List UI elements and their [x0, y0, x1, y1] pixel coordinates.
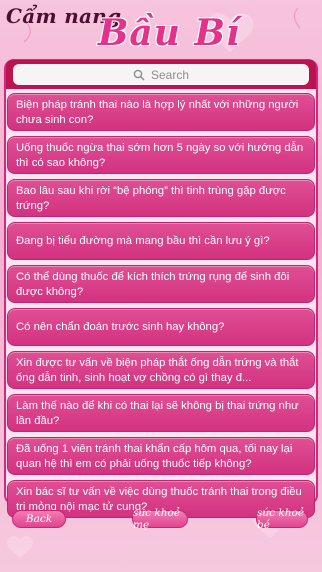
question-item[interactable]: Có thể dùng thuốc để kích thích trứng rụ… [7, 265, 315, 303]
search-placeholder: Search [150, 67, 190, 82]
question-text: Uống thuốc ngừa thai sớm hơn 5 ngày so v… [16, 141, 304, 169]
question-item[interactable]: Làm thế nào để khi có thai lại sẽ không … [7, 394, 315, 432]
search-icon [133, 69, 145, 81]
search-bar: Search [6, 60, 316, 89]
question-item[interactable]: Đang bị tiểu đường mà mang bầu thì cần l… [7, 222, 315, 260]
brand-title-large: Bầu Bí [98, 12, 241, 54]
search-input[interactable]: Search [13, 64, 309, 85]
question-text: Bao lâu sau khi rời “bệ phóng” thì tinh … [16, 184, 286, 212]
question-item[interactable]: Có nên chẩn đoán trước sinh hay không? [7, 308, 315, 346]
question-item[interactable]: Xin được tư vấn về biện pháp thắt ống dẫ… [7, 351, 315, 389]
question-text: Có nên chẩn đoán trước sinh hay không? [16, 321, 225, 333]
question-item[interactable]: Biện pháp tránh thai nào là hợp lý nhất … [7, 93, 315, 131]
question-text: Có thể dùng thuốc để kích thích trứng rụ… [16, 270, 290, 298]
app-header: Cẩm nang Bầu Bí [0, 0, 322, 58]
mother-health-button[interactable]: sức khoẻ mẹ [132, 507, 188, 531]
baby-health-button[interactable]: sức khoẻ bé [256, 507, 308, 531]
question-text: Xin được tư vấn về biện pháp thắt ống dẫ… [16, 356, 299, 384]
question-text: Đã uống 1 viên tránh thai khẩn cấp hôm q… [16, 442, 293, 470]
question-text: Biện pháp tránh thai nào là hợp lý nhất … [16, 98, 299, 126]
question-item[interactable]: Đã uống 1 viên tránh thai khẩn cấp hôm q… [7, 437, 315, 475]
question-item[interactable]: Bao lâu sau khi rời “bệ phóng” thì tinh … [7, 179, 315, 217]
question-text: Đang bị tiểu đường mà mang bầu thì cần l… [16, 235, 270, 247]
question-item[interactable]: Uống thuốc ngừa thai sớm hơn 5 ngày so v… [7, 136, 315, 174]
question-text: Làm thế nào để khi có thai lại sẽ không … [16, 399, 299, 427]
back-button[interactable]: Back [12, 510, 66, 528]
